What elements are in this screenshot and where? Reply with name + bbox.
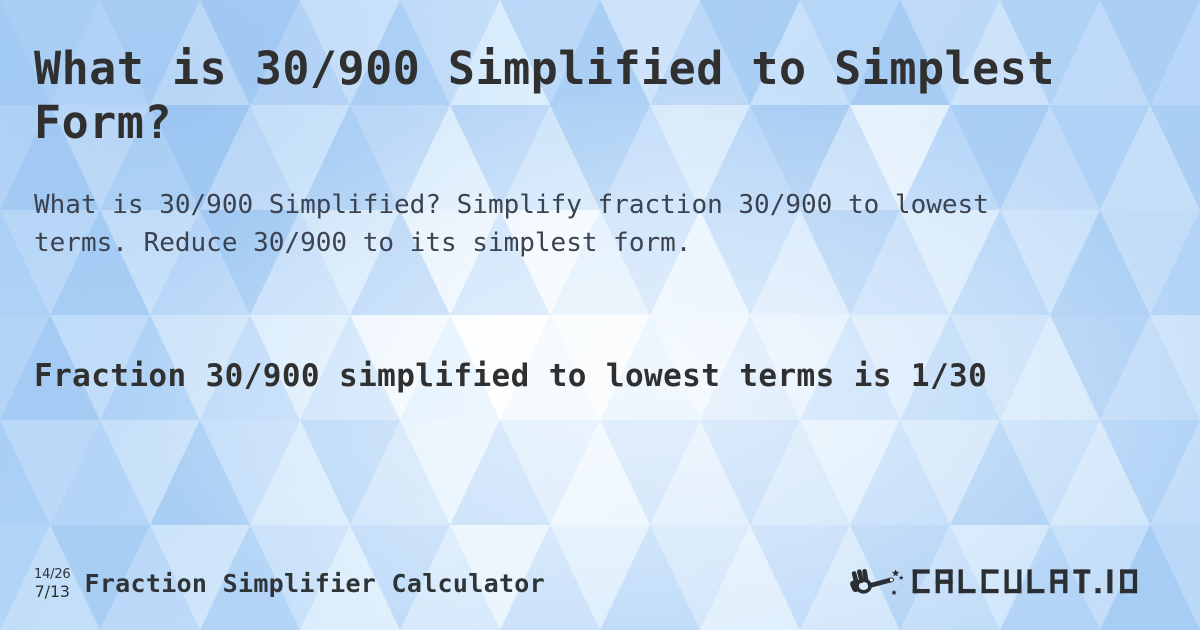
hand-wand-icon	[850, 568, 904, 595]
footer-calculator-name: Fraction Simplifier Calculator	[84, 568, 546, 598]
fraction-icon-denominator: 7/13	[34, 582, 70, 601]
result-statement: Fraction 30/900 simplified to lowest ter…	[34, 358, 988, 394]
fraction-icon-numerator: 14/26	[34, 567, 71, 582]
brand-logo[interactable]: CALCULAT.IO	[843, 563, 1166, 603]
social-card: What is 30/900 Simplified to Simplest Fo…	[0, 0, 1200, 630]
page-description: What is 30/900 Simplified? Simplify frac…	[34, 190, 1005, 258]
calculatio-wordmark: CALCULAT.IO	[912, 569, 1138, 594]
fraction-simplify-icon: 14/26 7/13	[34, 567, 71, 601]
card-content: What is 30/900 Simplified to Simplest Fo…	[0, 0, 1200, 630]
page-title: What is 30/900 Simplified to Simplest Fo…	[34, 42, 1083, 149]
footer-left-group: 14/26 7/13 Fraction Simplifier Calculato…	[34, 567, 546, 601]
card-footer: 14/26 7/13 Fraction Simplifier Calculato…	[0, 558, 1200, 608]
